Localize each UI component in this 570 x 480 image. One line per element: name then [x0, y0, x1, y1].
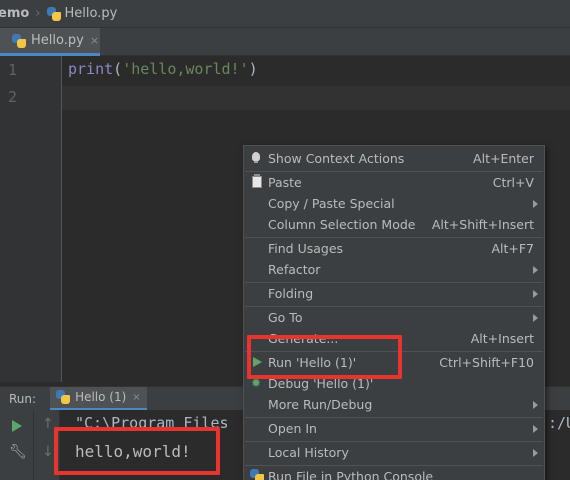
submenu-arrow-icon [533, 266, 538, 274]
chevron-right-icon: › [35, 6, 41, 21]
menu-item-show-context-actions[interactable]: Show Context Actions Alt+Enter [244, 148, 544, 169]
menu-item-shortcut: Alt+Enter [473, 151, 534, 166]
menu-item-more-run-debug[interactable]: More Run/Debug [244, 394, 544, 415]
breadcrumb-project[interactable]: emo [0, 6, 29, 21]
current-line-highlight [62, 86, 570, 110]
breadcrumb-file[interactable]: Hello.py [65, 6, 118, 21]
menu-item-label: Column Selection Mode [268, 217, 416, 232]
code-function: print [68, 60, 114, 78]
menu-item-local-history[interactable]: Local History [244, 442, 544, 463]
annotation-highlight-run [247, 335, 402, 379]
menu-item-shortcut: Alt+Insert [470, 331, 534, 346]
close-icon[interactable]: × [132, 392, 140, 403]
code-string: 'hello,world!' [122, 60, 249, 78]
code-paren-close: ) [248, 60, 258, 78]
menu-item-label: Folding [268, 286, 314, 301]
run-tab-label: Hello (1) [75, 390, 127, 404]
submenu-arrow-icon [533, 401, 538, 409]
console-command-tail: :/U [548, 414, 570, 432]
python-file-icon [46, 6, 61, 21]
python-console-icon [250, 469, 264, 480]
menu-item-label: Go To [268, 310, 303, 325]
submenu-arrow-icon [533, 425, 538, 433]
run-toolbar: 🔧︎ [0, 410, 34, 480]
menu-item-refactor[interactable]: Refactor [244, 259, 544, 280]
menu-item-label: Copy / Paste Special [268, 196, 395, 211]
menu-item-label: Refactor [268, 262, 321, 277]
menu-item-label: Run File in Python Console [268, 469, 434, 480]
menu-item-label: More Run/Debug [268, 397, 373, 412]
line-number: 2 [8, 88, 18, 106]
run-label: Run: [9, 391, 37, 406]
submenu-arrow-icon [533, 200, 538, 208]
breadcrumb: emo › Hello.py [0, 0, 570, 28]
close-icon[interactable]: × [90, 34, 99, 47]
submenu-arrow-icon [533, 290, 538, 298]
menu-item-label: Local History [268, 445, 349, 460]
menu-item-shortcut: Alt+F7 [491, 241, 534, 256]
menu-item-find-usages[interactable]: Find Usages Alt+F7 [244, 238, 544, 259]
menu-item-copy-paste-special[interactable]: Copy / Paste Special [244, 193, 544, 214]
submenu-arrow-icon [533, 449, 538, 457]
python-icon [56, 390, 71, 404]
menu-item-label: Open In [268, 421, 317, 436]
run-tab-hello[interactable]: Hello (1) × [50, 386, 147, 411]
context-menu: Show Context Actions Alt+Enter Paste Ctr… [243, 145, 545, 480]
arrow-up-icon[interactable]: ↑ [42, 416, 54, 432]
menu-item-run-file-in-python-console[interactable]: Run File in Python Console [244, 466, 544, 480]
menu-item-shortcut: Alt+Shift+Insert [431, 217, 534, 232]
wrench-icon[interactable]: 🔧︎ [9, 444, 27, 460]
menu-item-label: Find Usages [268, 241, 344, 256]
tab-label: Hello.py [31, 33, 84, 48]
submenu-arrow-icon [533, 314, 538, 322]
arrow-down-icon[interactable]: ↓ [42, 444, 54, 460]
annotation-highlight-output [54, 427, 220, 475]
menu-item-shortcut: Ctrl+V [492, 175, 534, 190]
python-file-icon [12, 33, 26, 48]
menu-item-go-to[interactable]: Go To [244, 307, 544, 328]
code-line-1: print('hello,world!') [68, 60, 258, 78]
menu-item-label: Show Context Actions [268, 151, 405, 166]
editor-tab-bar: Hello.py × [0, 28, 570, 56]
menu-item-paste[interactable]: Paste Ctrl+V [244, 172, 544, 193]
menu-item-shortcut: Ctrl+Shift+F10 [439, 355, 534, 370]
menu-item-column-selection-mode[interactable]: Column Selection Mode Alt+Shift+Insert [244, 214, 544, 235]
line-number: 1 [8, 61, 18, 79]
rerun-icon[interactable] [12, 420, 22, 432]
code-paren-open: ( [113, 60, 123, 78]
menu-item-folding[interactable]: Folding [244, 283, 544, 304]
menu-item-open-in[interactable]: Open In [244, 418, 544, 439]
tab-hello-py[interactable]: Hello.py × [0, 28, 100, 56]
line-number-gutter: 1 2 [0, 56, 62, 382]
menu-item-label: Paste [268, 175, 302, 190]
